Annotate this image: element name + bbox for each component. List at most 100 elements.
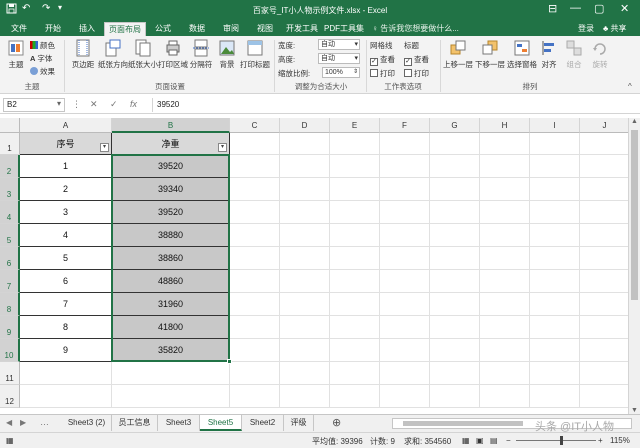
send-backward-button[interactable]: 下移一层 (474, 39, 506, 70)
share-button[interactable]: ♣ 共享 (603, 23, 626, 34)
save-icon[interactable] (6, 3, 17, 17)
cell-c6[interactable] (230, 247, 280, 270)
cell-f3[interactable] (380, 178, 430, 201)
login-link[interactable]: 登录 (578, 23, 594, 34)
cancel-entry-icon[interactable]: ✕ (90, 99, 98, 110)
cell-e1[interactable] (330, 133, 380, 155)
cell-d4[interactable] (280, 201, 330, 224)
cell-f6[interactable] (380, 247, 430, 270)
cell-d10[interactable] (280, 339, 330, 362)
cell-g12[interactable] (430, 385, 480, 408)
cell-e12[interactable] (330, 385, 380, 408)
row-header-5[interactable]: 5 (0, 224, 20, 247)
column-header-b[interactable]: B (112, 118, 230, 133)
cell-e9[interactable] (330, 316, 380, 339)
cell-i12[interactable] (530, 385, 580, 408)
cell-d9[interactable] (280, 316, 330, 339)
cell-f11[interactable] (380, 362, 430, 385)
cell-h8[interactable] (480, 293, 530, 316)
cell-f7[interactable] (380, 270, 430, 293)
sheet-tab-sheet3-2[interactable]: Sheet3 (2) (62, 415, 112, 431)
vertical-scrollbar[interactable]: ▲ ▼ (628, 118, 640, 414)
cell-j3[interactable] (580, 178, 628, 201)
zoom-in-icon[interactable]: + (598, 436, 603, 445)
cell-e11[interactable] (330, 362, 380, 385)
cell-g9[interactable] (430, 316, 480, 339)
rotate-button[interactable]: 旋转 (588, 39, 612, 70)
cell-b12[interactable] (112, 385, 230, 408)
print-titles-button[interactable]: 打印标题 (240, 39, 270, 70)
cell-f10[interactable] (380, 339, 430, 362)
scale-spinner[interactable]: 100% ⇕ (322, 67, 360, 78)
cell-d5[interactable] (280, 224, 330, 247)
cell-e3[interactable] (330, 178, 380, 201)
cell-d6[interactable] (280, 247, 330, 270)
gridlines-print-checkbox[interactable]: 打印 (370, 68, 395, 79)
cell-h12[interactable] (480, 385, 530, 408)
cell-e5[interactable] (330, 224, 380, 247)
cell-j2[interactable] (580, 155, 628, 178)
tab-pdf-tools[interactable]: PDF工具集 (324, 22, 364, 36)
ribbon-display-options-icon[interactable]: ⊟ (548, 2, 557, 15)
cell-b2[interactable]: 39520 (112, 155, 230, 178)
cell-j8[interactable] (580, 293, 628, 316)
undo-icon[interactable]: ↶ (22, 3, 30, 14)
cell-h3[interactable] (480, 178, 530, 201)
cell-e7[interactable] (330, 270, 380, 293)
quick-access-dropdown-icon[interactable]: ▾ (58, 3, 62, 12)
cell-i9[interactable] (530, 316, 580, 339)
cell-a7[interactable]: 6 (20, 270, 112, 293)
cell-f9[interactable] (380, 316, 430, 339)
gridlines-view-checkbox[interactable]: ✓ 查看 (370, 54, 395, 66)
cell-c1[interactable] (230, 133, 280, 155)
cell-e6[interactable] (330, 247, 380, 270)
cell-b4[interactable]: 39520 (112, 201, 230, 224)
cell-d12[interactable] (280, 385, 330, 408)
cell-j7[interactable] (580, 270, 628, 293)
cell-a11[interactable] (20, 362, 112, 385)
sheet-tab-sheet2[interactable]: Sheet2 (242, 415, 284, 431)
name-box[interactable]: B2 (3, 98, 65, 112)
row-header-11[interactable]: 11 (0, 362, 20, 385)
fonts-button[interactable]: A 字体 (30, 53, 52, 64)
cell-h7[interactable] (480, 270, 530, 293)
cell-h1[interactable] (480, 133, 530, 155)
scroll-thumb[interactable] (631, 130, 638, 300)
cell-g10[interactable] (430, 339, 480, 362)
page-break-view-icon[interactable]: ▤ (490, 436, 498, 445)
cell-i2[interactable] (530, 155, 580, 178)
tab-view[interactable]: 视图 (250, 22, 280, 36)
column-header-j[interactable]: J (580, 118, 628, 133)
headings-print-checkbox[interactable]: 打印 (404, 68, 429, 79)
header-cell-a1[interactable]: 序号 ▾ (20, 133, 112, 155)
cell-g1[interactable] (430, 133, 480, 155)
cell-d2[interactable] (280, 155, 330, 178)
cell-h2[interactable] (480, 155, 530, 178)
cell-g8[interactable] (430, 293, 480, 316)
cell-f4[interactable] (380, 201, 430, 224)
cell-a12[interactable] (20, 385, 112, 408)
cell-h4[interactable] (480, 201, 530, 224)
cell-a2[interactable]: 1 (20, 155, 112, 178)
cell-j4[interactable] (580, 201, 628, 224)
cell-g3[interactable] (430, 178, 480, 201)
next-sheet-icon[interactable]: ▶ (20, 418, 26, 427)
cell-j9[interactable] (580, 316, 628, 339)
cell-c9[interactable] (230, 316, 280, 339)
cell-a10[interactable]: 9 (20, 339, 112, 362)
row-header-4[interactable]: 4 (0, 201, 20, 224)
sheet-tab-sheet5[interactable]: Sheet5 (200, 415, 242, 431)
name-box-dropdown-icon[interactable]: ▾ (57, 99, 61, 108)
cell-c12[interactable] (230, 385, 280, 408)
cell-i7[interactable] (530, 270, 580, 293)
cell-j6[interactable] (580, 247, 628, 270)
cell-f12[interactable] (380, 385, 430, 408)
cell-j1[interactable] (580, 133, 628, 155)
cell-b6[interactable]: 38860 (112, 247, 230, 270)
scroll-down-icon[interactable]: ▼ (631, 407, 638, 414)
margins-button[interactable]: 页边距 (68, 39, 98, 70)
cell-d3[interactable] (280, 178, 330, 201)
cell-h6[interactable] (480, 247, 530, 270)
row-header-10[interactable]: 10 (0, 339, 20, 362)
cell-a3[interactable]: 2 (20, 178, 112, 201)
